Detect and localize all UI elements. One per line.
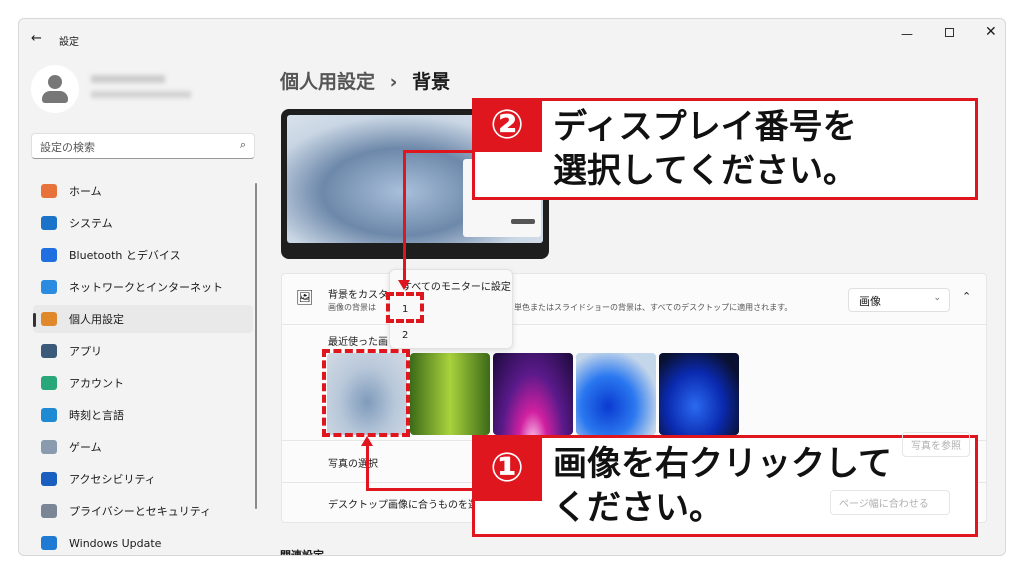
- row-title: 背景をカスタ: [328, 290, 388, 301]
- accessibility-icon: [41, 472, 57, 486]
- shield-icon: [41, 504, 57, 518]
- recent-image-4[interactable]: [576, 353, 656, 435]
- sidebar-item-label: システム: [69, 217, 113, 230]
- sidebar-item-9[interactable]: アクセシビリティ: [33, 465, 253, 493]
- related-settings-heading: 関連設定: [280, 549, 324, 556]
- sidebar-item-label: Bluetooth とデバイス: [69, 249, 181, 262]
- minimize-button[interactable]: —: [901, 27, 913, 41]
- sidebar-item-2[interactable]: Bluetooth とデバイス: [33, 241, 253, 269]
- sidebar-item-11[interactable]: Windows Update: [33, 529, 253, 555]
- step-2-number: ②: [472, 98, 542, 152]
- sidebar-item-label: ネットワークとインターネット: [69, 281, 223, 294]
- sidebar-item-label: 個人用設定: [69, 313, 124, 326]
- search-placeholder: 設定の検索: [40, 141, 95, 154]
- account-icon: [41, 376, 57, 390]
- window-title: 設定: [59, 37, 79, 48]
- update-icon: [41, 536, 57, 550]
- sidebar-item-10[interactable]: プライバシーとセキュリティ: [33, 497, 253, 525]
- back-arrow-icon[interactable]: ←: [31, 31, 42, 46]
- brush-icon: [41, 312, 57, 326]
- blurred-email: [91, 91, 191, 98]
- sidebar-item-0[interactable]: ホーム: [33, 177, 253, 205]
- dropdown-value: 画像: [859, 295, 881, 308]
- sidebar-item-label: Windows Update: [69, 536, 162, 550]
- sidebar-item-label: プライバシーとセキュリティ: [69, 505, 212, 518]
- close-button[interactable]: ✕: [985, 24, 997, 40]
- sidebar-item-5[interactable]: アプリ: [33, 337, 253, 365]
- home-icon: [41, 184, 57, 198]
- browse-photos-button[interactable]: 写真を参照: [902, 432, 970, 457]
- recent-images-label: 最近使った画: [328, 337, 388, 348]
- arrow-head-up: [361, 436, 373, 446]
- sidebar-item-label: アカウント: [69, 377, 124, 390]
- arrow-line-2: [403, 150, 406, 282]
- system-icon: [41, 216, 57, 230]
- recent-image-5[interactable]: [659, 353, 739, 435]
- sidebar-item-label: アプリ: [69, 345, 102, 358]
- chevron-up-icon[interactable]: ⌃: [962, 290, 971, 303]
- avatar: [31, 65, 79, 113]
- menu-item-set-all-monitors[interactable]: すべてのモニターに設定: [402, 278, 511, 293]
- callout-2-line-2: 選択してください。: [553, 151, 857, 191]
- callout-2-line-1: ディスプレイ番号を: [553, 107, 857, 147]
- sidebar-item-4[interactable]: 個人用設定: [33, 305, 253, 333]
- search-icon: ⌕: [239, 138, 246, 151]
- step-1-number: ①: [472, 435, 542, 501]
- sidebar-item-label: ホーム: [69, 185, 102, 198]
- search-input[interactable]: 設定の検索 ⌕: [31, 133, 255, 159]
- sidebar-scrollbar[interactable]: [255, 183, 257, 509]
- sidebar-item-label: 時刻と言語: [69, 409, 124, 422]
- row-desc-left: 画像の背景は: [328, 303, 376, 312]
- bluetooth-icon: [41, 248, 57, 262]
- row-desc-right: 単色またはスライドショーの背景は、すべてのデスクトップに適用されます。: [514, 303, 793, 312]
- recent-image-3[interactable]: [493, 353, 573, 435]
- arrow-line-2h: [403, 150, 473, 153]
- background-type-dropdown[interactable]: 画像 ⌄: [848, 288, 950, 312]
- sidebar-item-label: ゲーム: [69, 441, 102, 454]
- image-icon: 🖼: [296, 290, 314, 306]
- sidebar-item-8[interactable]: ゲーム: [33, 433, 253, 461]
- photo-select-label: 写真の選択: [328, 459, 378, 470]
- active-indicator: [33, 313, 36, 327]
- chevron-down-icon: ⌄: [933, 293, 941, 303]
- highlight-image: [322, 349, 410, 437]
- apps-icon: [41, 344, 57, 358]
- callout-step-2: ② ディスプレイ番号を 選択してください。: [472, 98, 978, 200]
- sidebar-item-label: アクセシビリティ: [69, 473, 156, 486]
- arrow-line-1: [366, 446, 369, 491]
- wifi-icon: [41, 280, 57, 294]
- callout-1-line-1: 画像を右クリックして: [553, 444, 892, 484]
- sidebar-item-6[interactable]: アカウント: [33, 369, 253, 397]
- sidebar-item-7[interactable]: 時刻と言語: [33, 401, 253, 429]
- breadcrumb: 個人用設定 › 背景: [280, 67, 450, 94]
- breadcrumb-current: 背景: [412, 71, 451, 93]
- arrow-head-down: [398, 280, 410, 290]
- fit-dropdown[interactable]: ページ幅に合わせる: [830, 490, 950, 515]
- blurred-username: [91, 75, 165, 83]
- sidebar-item-3[interactable]: ネットワークとインターネット: [33, 273, 253, 301]
- breadcrumb-separator: ›: [389, 71, 398, 93]
- sidebar-item-1[interactable]: システム: [33, 209, 253, 237]
- arrow-line-1h: [366, 488, 474, 491]
- maximize-button[interactable]: [945, 28, 954, 37]
- fit-label: デスクトップ画像に合うものを選択: [328, 500, 488, 511]
- menu-item-monitor-2[interactable]: 2: [402, 330, 408, 341]
- breadcrumb-parent[interactable]: 個人用設定: [280, 71, 375, 93]
- clock-globe-icon: [41, 408, 57, 422]
- highlight-monitor-1: [386, 292, 424, 323]
- recent-image-2[interactable]: [410, 353, 490, 435]
- gamepad-icon: [41, 440, 57, 454]
